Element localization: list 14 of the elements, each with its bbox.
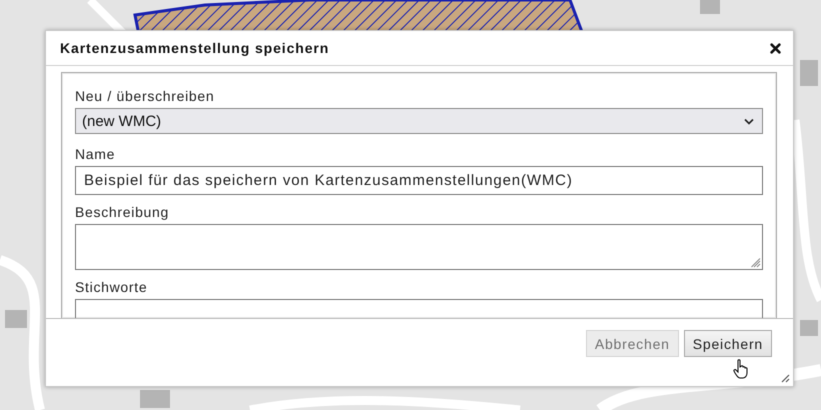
dialog-title: Kartenzusammenstellung speichern — [60, 40, 330, 56]
field-label: Stichworte — [75, 278, 148, 296]
close-icon[interactable] — [770, 42, 781, 54]
input-field[interactable]: Beispiel für das speichern von Kartenzusammenstellungen(WMC) — [75, 166, 763, 195]
chevron-down-icon — [744, 118, 754, 124]
dialog-button[interactable]: Speichern — [684, 330, 772, 357]
resize-grip-icon[interactable] — [780, 373, 790, 383]
select-field[interactable]: (new WMC) — [75, 108, 763, 134]
field-label: Neu / überschreiben — [75, 87, 216, 105]
textarea-field[interactable] — [75, 224, 763, 270]
hand-cursor-icon — [733, 359, 749, 379]
resize-grip-icon[interactable] — [751, 258, 761, 268]
field-label: Beschreibung — [75, 203, 170, 221]
field-label: Name — [75, 145, 116, 163]
